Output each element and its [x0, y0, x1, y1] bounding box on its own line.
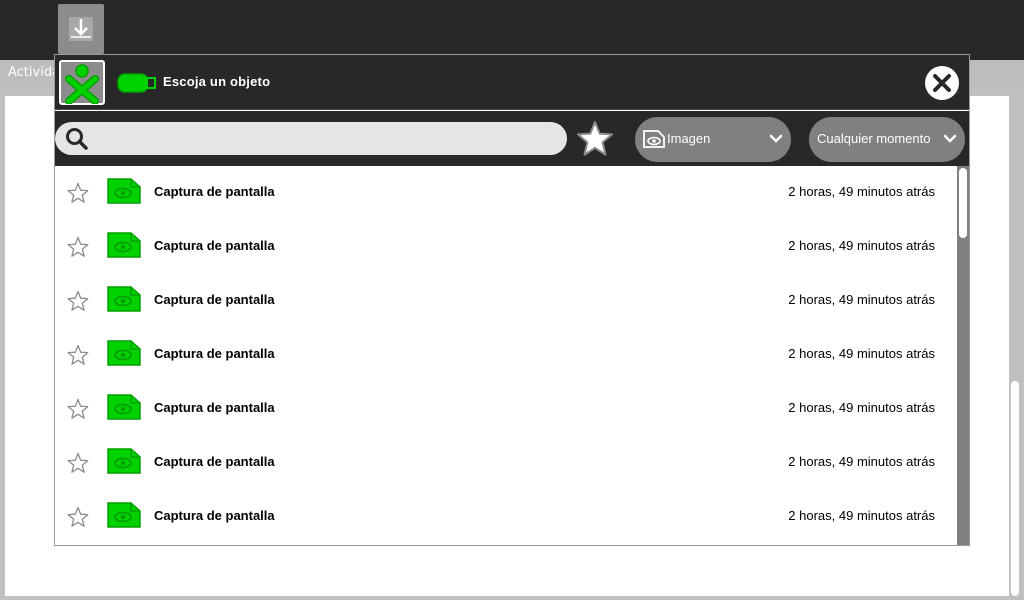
- image-file-icon: [107, 178, 141, 204]
- entry-title: Captura de pantalla: [154, 508, 275, 523]
- list-item[interactable]: Captura de pantalla 2 horas, 49 minutos …: [55, 436, 955, 490]
- favorites-filter-button[interactable]: [575, 119, 615, 159]
- entry-date: 2 horas, 49 minutos atrás: [788, 292, 935, 307]
- entry-date: 2 horas, 49 minutos atrás: [788, 454, 935, 469]
- image-file-icon: [107, 502, 141, 528]
- journal-home-button[interactable]: [59, 60, 105, 105]
- entry-title: Captura de pantalla: [154, 346, 275, 361]
- list-item[interactable]: Captura de pantalla 2 horas, 49 minutos …: [55, 490, 955, 544]
- usb-stick-icon[interactable]: [117, 71, 157, 99]
- entry-title: Captura de pantalla: [154, 400, 275, 415]
- download-arrow-icon: [69, 17, 93, 41]
- activity-scrollbar-thumb[interactable]: [1011, 381, 1019, 596]
- list-item[interactable]: Captura de pantalla 2 horas, 49 minutos …: [55, 382, 955, 436]
- image-file-icon: [107, 286, 141, 312]
- entry-date: 2 horas, 49 minutos atrás: [788, 238, 935, 253]
- chevron-down-icon: [769, 134, 783, 143]
- download-button[interactable]: [58, 4, 104, 54]
- dialog-title-bar: Escoja un objeto: [55, 55, 969, 110]
- activity-toolbar: [0, 0, 1024, 60]
- xo-icon: [65, 63, 99, 104]
- star-outline-icon[interactable]: [67, 182, 89, 204]
- list-scrollbar-thumb[interactable]: [959, 168, 967, 238]
- star-icon: [577, 121, 613, 156]
- list-item[interactable]: Captura de pantalla 2 horas, 49 minutos …: [55, 328, 955, 382]
- entry-title: Captura de pantalla: [154, 454, 275, 469]
- dialog-title: Escoja un objeto: [163, 74, 271, 89]
- search-input[interactable]: [97, 126, 557, 151]
- entry-title: Captura de pantalla: [154, 184, 275, 199]
- image-file-icon: [107, 232, 141, 258]
- star-outline-icon[interactable]: [67, 290, 89, 312]
- entry-date: 2 horas, 49 minutos atrás: [788, 346, 935, 361]
- search-box[interactable]: [55, 122, 567, 155]
- search-icon: [66, 128, 88, 150]
- search-toolbar: Imagen Cualquier momento: [55, 111, 969, 166]
- entry-date: 2 horas, 49 minutos atrás: [788, 400, 935, 415]
- image-file-icon: [643, 130, 665, 148]
- star-outline-icon[interactable]: [67, 236, 89, 258]
- type-filter-combo[interactable]: Imagen: [635, 117, 791, 162]
- object-chooser-dialog: Escoja un objeto Imagen Cualquier moment…: [54, 54, 970, 546]
- list-item[interactable]: Captura de pantalla 2 horas, 49 minutos …: [55, 220, 955, 274]
- date-filter-combo[interactable]: Cualquier momento: [809, 117, 965, 162]
- date-filter-label: Cualquier momento: [817, 131, 931, 146]
- image-file-icon: [107, 340, 141, 366]
- entry-title: Captura de pantalla: [154, 292, 275, 307]
- star-outline-icon[interactable]: [67, 506, 89, 528]
- image-file-icon: [107, 394, 141, 420]
- image-file-icon: [107, 448, 141, 474]
- star-outline-icon[interactable]: [67, 452, 89, 474]
- list-item[interactable]: Captura de pantalla 2 horas, 49 minutos …: [55, 166, 955, 220]
- entry-title: Captura de pantalla: [154, 238, 275, 253]
- activity-tab-label[interactable]: Activida: [8, 65, 60, 80]
- entry-date: 2 horas, 49 minutos atrás: [788, 184, 935, 199]
- close-icon: [933, 74, 951, 92]
- star-outline-icon[interactable]: [67, 398, 89, 420]
- entry-date: 2 horas, 49 minutos atrás: [788, 508, 935, 523]
- list-scrollbar[interactable]: [957, 166, 969, 545]
- journal-entry-list: Captura de pantalla 2 horas, 49 minutos …: [55, 166, 969, 545]
- chevron-down-icon: [943, 134, 957, 143]
- close-button[interactable]: [925, 66, 959, 100]
- list-item[interactable]: Captura de pantalla 2 horas, 49 minutos …: [55, 274, 955, 328]
- type-filter-label: Imagen: [667, 131, 711, 146]
- star-outline-icon[interactable]: [67, 344, 89, 366]
